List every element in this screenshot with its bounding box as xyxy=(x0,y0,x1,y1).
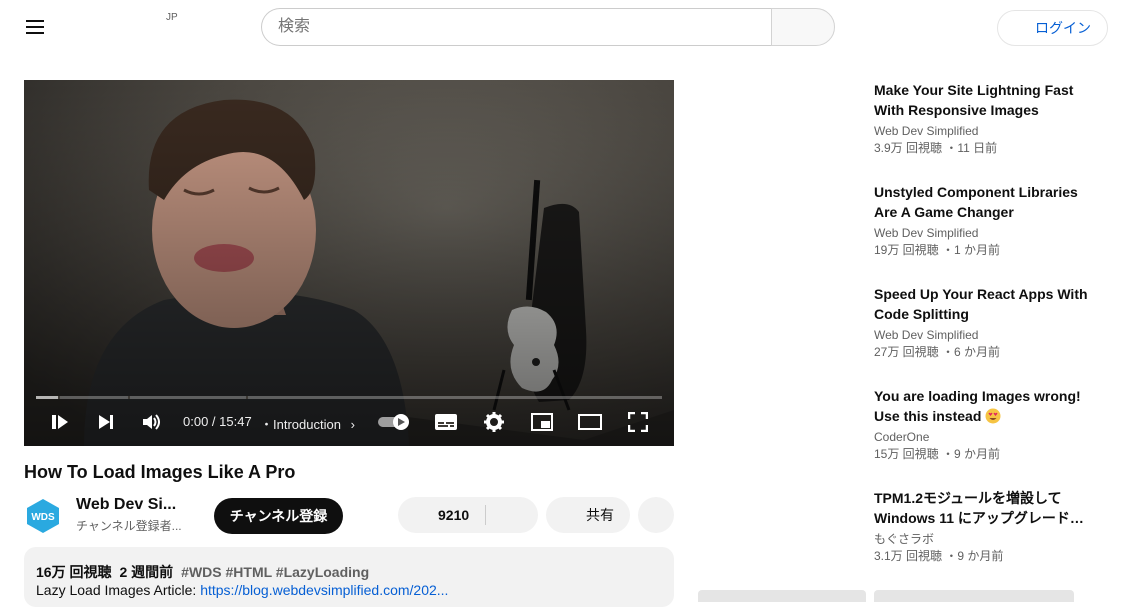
share-button[interactable]: 共有 xyxy=(546,497,630,533)
recommendation-item[interactable]: Make Your Site Lightning Fast With Respo… xyxy=(874,80,1089,157)
chapter-title[interactable]: ・Introduction › xyxy=(260,414,355,433)
menu-icon[interactable] xyxy=(20,14,52,40)
chevron-right-icon: › xyxy=(350,417,355,432)
description-prefix: Lazy Load Images Article: xyxy=(36,582,201,598)
video-title: How To Load Images Like A Pro xyxy=(24,462,296,482)
divider xyxy=(485,505,486,525)
recommendation-meta: 3.9万 回視聴 ・11 日前 xyxy=(874,141,998,155)
chapter-divider xyxy=(246,396,248,399)
recommendation-channel: Web Dev Simplified xyxy=(874,328,979,342)
subscriber-count: チャンネル登録者... xyxy=(76,519,182,533)
subtitles-icon[interactable] xyxy=(434,410,458,434)
svg-text:WDS: WDS xyxy=(31,512,55,523)
recommendation-channel: Web Dev Simplified xyxy=(874,124,979,138)
description-link[interactable]: https://blog.webdevsimplified.com/202... xyxy=(200,582,448,598)
next-icon[interactable] xyxy=(94,410,118,434)
recommendation-item[interactable]: Unstyled Component Libraries Are A Game … xyxy=(874,182,1089,259)
play-pause-icon[interactable] xyxy=(48,410,72,434)
description-stats: 16万 回視聴 2 週間前 #WDS #HTML #LazyLoading xyxy=(36,562,369,582)
login-button[interactable]: ログイン xyxy=(997,10,1108,46)
search-button[interactable] xyxy=(771,8,835,46)
recommendation-channel: CoderOne xyxy=(874,430,930,444)
loading-placeholder xyxy=(698,590,866,602)
recommendation-title-wrap: You are loading Images wrong! Use this i… xyxy=(874,386,1089,426)
recommendation-meta: 3.1万 回視聴 ・9 か月前 xyxy=(874,549,1004,563)
subscribe-button[interactable]: チャンネル登録 xyxy=(214,498,343,534)
view-count: 16万 回視聴 xyxy=(36,564,112,580)
recommendation-title: TPM1.2モジュールを増設して Windows 11 にアップグレード… xyxy=(874,488,1089,528)
channel-avatar[interactable]: WDS xyxy=(24,498,62,534)
recommendation-item[interactable]: TPM1.2モジュールを増設して Windows 11 にアップグレード… もぐ… xyxy=(874,488,1089,565)
recommendation-title-text: TPM1.2モジュールを増設して Windows 11 にアップグレード… xyxy=(874,490,1084,526)
channel-name[interactable]: Web Dev Si... xyxy=(76,496,176,514)
chapter-divider xyxy=(128,396,130,399)
autoplay-toggle-icon[interactable] xyxy=(378,410,412,434)
like-button[interactable]: 9210 xyxy=(438,497,469,533)
upload-age: 2 週間前 xyxy=(119,564,174,580)
progress-buffer xyxy=(36,396,58,399)
recommendation-meta: 15万 回視聴 ・9 か月前 xyxy=(874,447,1001,461)
recommendation-meta: 27万 回視聴 ・6 か月前 xyxy=(874,345,1001,359)
recommendation-channel: もぐさラボ xyxy=(874,532,935,546)
recommendation-title: Speed Up Your React Apps With Code Split… xyxy=(874,286,1088,322)
loading-placeholder xyxy=(874,590,1074,602)
recommendation-item[interactable]: You are loading Images wrong! Use this i… xyxy=(874,386,1089,463)
recommendation-item[interactable]: Speed Up Your React Apps With Code Split… xyxy=(874,284,1089,361)
share-label: 共有 xyxy=(586,507,614,523)
recommendation-title: Make Your Site Lightning Fast With Respo… xyxy=(874,82,1074,118)
miniplayer-icon[interactable] xyxy=(530,410,554,434)
recommendation-title: Unstyled Component Libraries Are A Game … xyxy=(874,184,1078,220)
chapter-divider xyxy=(58,396,60,399)
description-box[interactable]: 16万 回視聴 2 週間前 #WDS #HTML #LazyLoading Lazy… xyxy=(24,547,674,607)
heart-eyes-emoji-icon xyxy=(985,408,1001,424)
theater-icon[interactable] xyxy=(578,410,602,434)
fullscreen-icon[interactable] xyxy=(626,410,650,434)
recommendation-channel: Web Dev Simplified xyxy=(874,226,979,240)
volume-icon[interactable] xyxy=(140,410,164,434)
chapter-label: ・Introduction xyxy=(260,417,341,432)
video-player[interactable]: 0:00 / 15:47 ・Introduction › xyxy=(24,80,674,446)
like-dislike-pill: 9210 xyxy=(398,497,538,533)
more-actions-button[interactable] xyxy=(638,497,674,533)
description-text: Lazy Load Images Article: https://blog.w… xyxy=(36,582,448,598)
time-display: 0:00 / 15:47 xyxy=(183,414,252,429)
video-frame xyxy=(24,80,674,446)
recommendation-meta: 19万 回視聴 ・1 か月前 xyxy=(874,243,1001,257)
recommendation-title: You are loading Images wrong! Use this i… xyxy=(874,388,1081,424)
country-code: JP xyxy=(166,12,178,23)
hashtags[interactable]: #WDS #HTML #LazyLoading xyxy=(181,564,369,580)
settings-icon[interactable] xyxy=(482,410,506,434)
login-label: ログイン xyxy=(1035,20,1091,36)
search-input[interactable] xyxy=(261,8,771,46)
progress-bar[interactable] xyxy=(36,396,662,399)
